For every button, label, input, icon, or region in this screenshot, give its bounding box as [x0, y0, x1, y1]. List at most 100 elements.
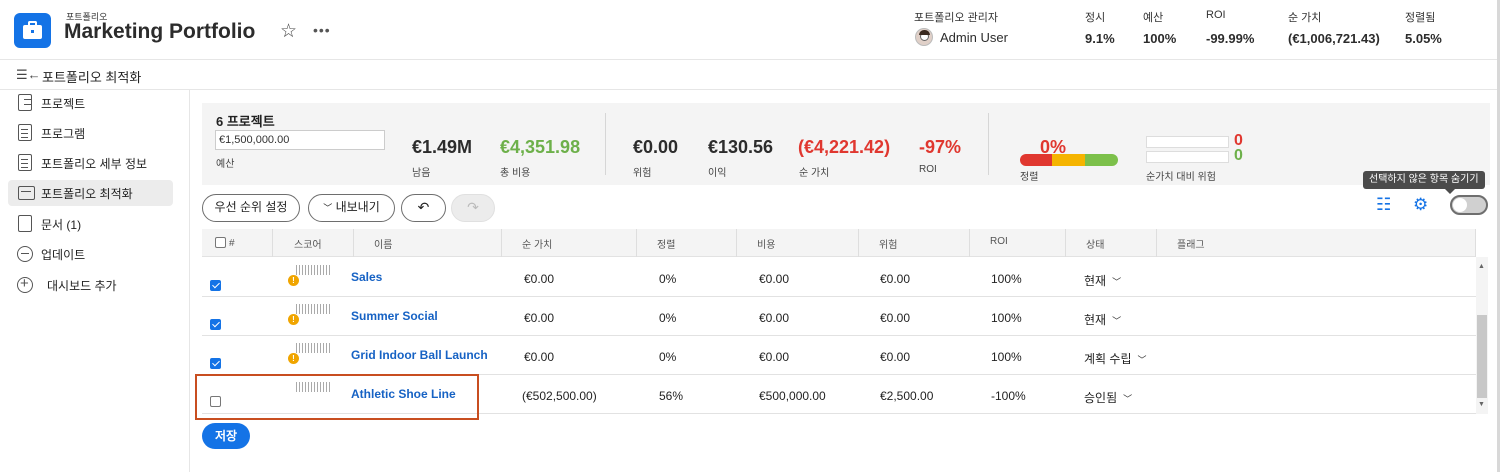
sidebar-item-label: 대시보드 추가	[47, 279, 117, 293]
collapse-sidebar-icon[interactable]: ☰←	[16, 67, 41, 83]
column-header-net-value[interactable]: 순 가치	[522, 236, 552, 251]
cost-cell: €0.00	[759, 350, 790, 364]
sidebar-item-portfolio-optimizer[interactable]: 포트폴리오 최적화	[8, 180, 173, 206]
sidebar-item-portfolio-details[interactable]: 포트폴리오 세부 정보	[8, 150, 173, 176]
add-icon: +	[17, 275, 33, 293]
summary-panel: 6 프로젝트 예산 €1.49M 남음 €4,351.98 총 비용 €0.00…	[202, 103, 1490, 185]
page-title: Marketing Portfolio	[64, 20, 256, 43]
status-value: 승인됨	[1084, 391, 1118, 405]
portfolio-briefcase-icon[interactable]	[14, 13, 51, 48]
admin-label: 포트폴리오 관리자	[914, 12, 999, 24]
risk-vs-net-bar	[1146, 136, 1229, 148]
sidebar-item-documents[interactable]: 문서 (1)	[8, 211, 173, 237]
net-value-cell: €0.00	[524, 272, 555, 286]
risk-label: 위험	[633, 168, 652, 179]
sidebar-item-programs[interactable]: 프로그램	[8, 120, 173, 146]
redo-icon: ↷	[467, 199, 479, 215]
table-row[interactable]: ! Grid Indoor Ball Launch €0.00 0% €0.00…	[202, 336, 1476, 375]
sidebar-item-label: 업데이트	[41, 248, 86, 262]
admin-name[interactable]: Admin User	[940, 30, 1008, 45]
column-header-cost[interactable]: 비용	[757, 236, 775, 251]
undo-icon: ↶	[417, 199, 430, 215]
gear-icon[interactable]: ⚙	[1413, 196, 1428, 213]
total-cost-value: €4,351.98	[500, 137, 581, 157]
aligned-value: 5.05%	[1405, 31, 1442, 46]
sidebar-item-label: 프로젝트	[41, 97, 86, 111]
project-name-link[interactable]: Sales	[351, 270, 382, 284]
project-name-link[interactable]: Summer Social	[351, 309, 438, 323]
roi-cell: 100%	[991, 311, 1022, 325]
tooltip: 선택하지 않은 항목 숨기기	[1363, 171, 1485, 194]
score-bars	[296, 304, 330, 314]
column-header-risk[interactable]: 위험	[879, 236, 897, 251]
roi-label: ROI	[1206, 9, 1226, 21]
score-bars	[296, 343, 330, 353]
status-dropdown[interactable]: 승인됨 ﹀	[1084, 389, 1132, 406]
column-header-alignment[interactable]: 정렬	[657, 236, 675, 251]
updates-icon	[17, 246, 33, 262]
net-value-label: 순 가치	[1288, 12, 1322, 24]
highlight-box	[195, 374, 479, 420]
alignment-cell: 0%	[659, 350, 677, 364]
profit-label: 이익	[708, 168, 727, 179]
hide-unselected-toggle[interactable]	[1450, 195, 1488, 215]
cost-cell: €0.00	[759, 272, 790, 286]
export-button[interactable]: ﹀ 내보내기	[308, 194, 395, 222]
roi-value: -97%	[919, 137, 962, 157]
net-value: (€4,221.42)	[798, 137, 891, 157]
status-value: 현재	[1084, 313, 1107, 327]
sidebar-item-label: 포트폴리오 최적화	[41, 187, 133, 201]
sidebar: 프로젝트 프로그램 포트폴리오 세부 정보 포트폴리오 최적화 문서 (1) 업…	[0, 90, 190, 472]
select-all-checkbox[interactable]	[215, 237, 226, 248]
warning-icon[interactable]: !	[288, 353, 299, 364]
net-value-value: (€1,006,721.43)	[1288, 31, 1380, 46]
scroll-up-icon[interactable]: ▲	[1478, 263, 1485, 270]
chevron-down-icon: ﹀	[1123, 394, 1133, 404]
warning-icon[interactable]: !	[288, 275, 299, 286]
risk-vs-net-bar	[1146, 151, 1229, 163]
scrollbar-thumb[interactable]	[1477, 315, 1487, 398]
row-checkbox[interactable]	[210, 319, 221, 330]
budget-label: 예산	[1143, 12, 1164, 24]
roi-label: ROI	[919, 164, 937, 175]
status-dropdown[interactable]: 현재 ﹀	[1084, 272, 1121, 289]
more-options-icon[interactable]: •••	[313, 22, 331, 38]
budget-input[interactable]	[215, 130, 385, 150]
prioritize-button[interactable]: 우선 순위 설정	[202, 194, 300, 222]
scroll-down-icon[interactable]: ▼	[1478, 401, 1485, 408]
aligned-label: 정렬됨	[1405, 12, 1436, 24]
favorite-star-icon[interactable]: ☆	[280, 22, 297, 41]
sidebar-item-projects[interactable]: 프로젝트	[8, 90, 173, 116]
net-value-cell: €0.00	[524, 350, 555, 364]
save-button[interactable]: 저장	[202, 423, 250, 449]
table-scrollbar[interactable]: ▲ ▼	[1476, 257, 1488, 414]
status-dropdown[interactable]: 현재 ﹀	[1084, 311, 1121, 328]
roi-cell: -100%	[991, 389, 1026, 403]
column-header-flags[interactable]: 플래그	[1177, 236, 1205, 251]
alignment-cell: 0%	[659, 311, 677, 325]
avatar[interactable]	[915, 28, 933, 46]
sidebar-item-label: 프로그램	[41, 127, 86, 141]
project-name-link[interactable]: Grid Indoor Ball Launch	[351, 348, 489, 362]
filter-sliders-icon[interactable]: ☷	[1376, 196, 1391, 213]
sidebar-item-updates[interactable]: 업데이트	[8, 241, 173, 267]
status-dropdown[interactable]: 계획 수립 ﹀	[1084, 350, 1147, 367]
risk-cell: €2,500.00	[880, 389, 934, 403]
cost-cell: €500,000.00	[759, 389, 826, 403]
warning-icon[interactable]: !	[288, 314, 299, 325]
roi-cell: 100%	[991, 272, 1022, 286]
divider	[988, 113, 989, 175]
table-row[interactable]: ! Summer Social €0.00 0% €0.00 €0.00 100…	[202, 297, 1476, 336]
column-header-roi[interactable]: ROI	[990, 236, 1008, 247]
column-header-name[interactable]: 이름	[374, 236, 392, 251]
risk-cell: €0.00	[880, 272, 911, 286]
table-row[interactable]: ! Sales €0.00 0% €0.00 €0.00 100% 현재 ﹀	[202, 258, 1476, 297]
row-checkbox[interactable]	[210, 358, 221, 369]
profit-value: €130.56	[708, 137, 774, 157]
column-header-score[interactable]: 스코어	[294, 236, 322, 251]
column-header-status[interactable]: 상태	[1086, 236, 1104, 251]
redo-button[interactable]: ↷	[451, 194, 495, 222]
sidebar-item-add-dashboard[interactable]: + 대시보드 추가	[8, 272, 173, 298]
row-checkbox[interactable]	[210, 280, 221, 291]
undo-button[interactable]: ↶	[401, 194, 446, 222]
